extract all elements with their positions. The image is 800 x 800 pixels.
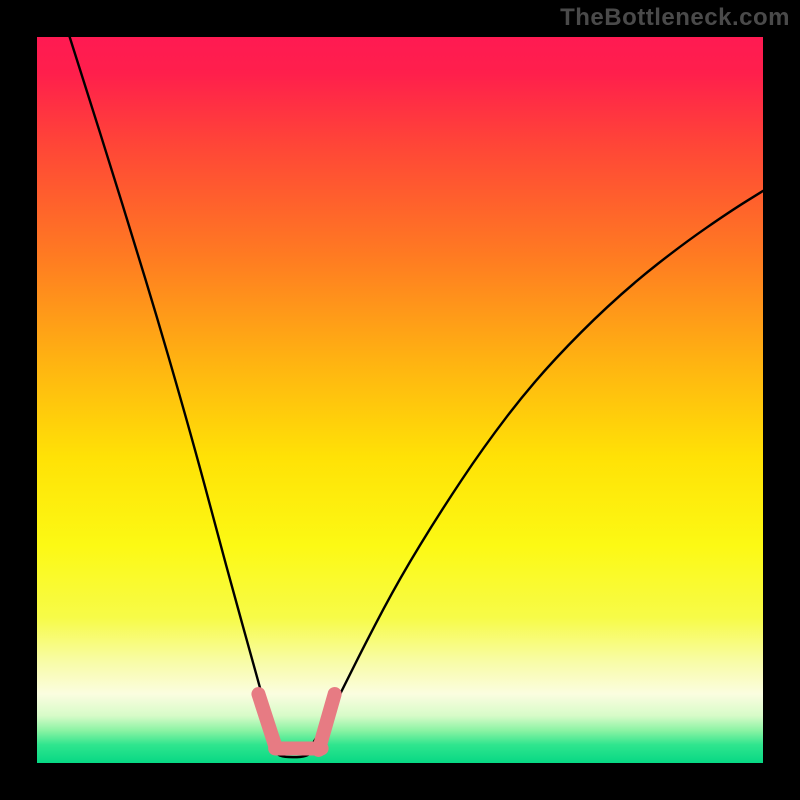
bottleneck-chart-svg (0, 0, 800, 800)
plot-background (37, 37, 763, 763)
chart-stage: TheBottleneck.com (0, 0, 800, 800)
watermark-text: TheBottleneck.com (560, 4, 790, 32)
